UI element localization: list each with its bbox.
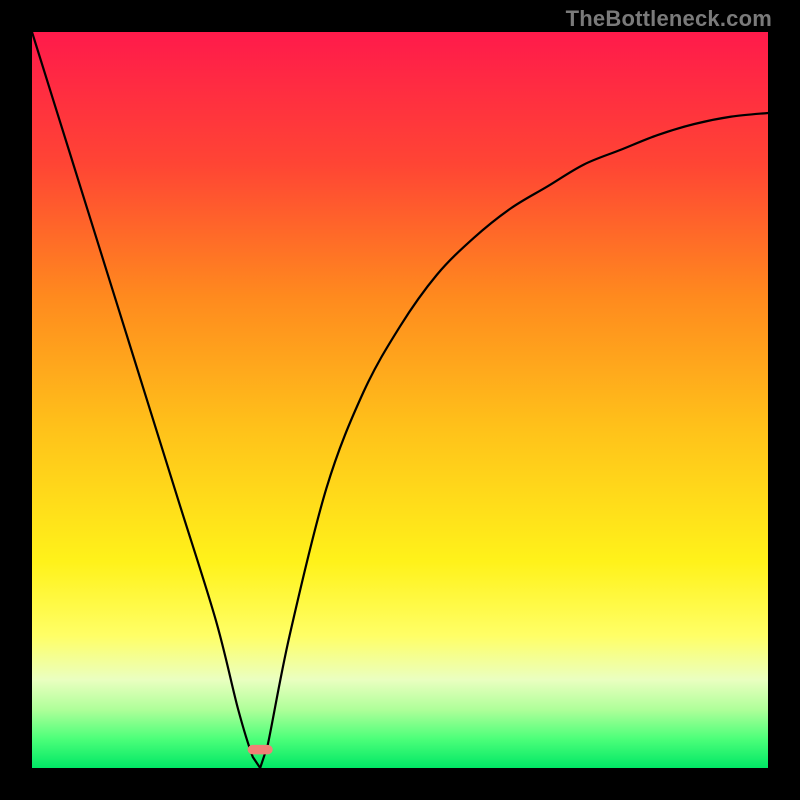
chart-svg <box>32 32 768 768</box>
watermark-text: TheBottleneck.com <box>566 6 772 32</box>
chart-background <box>32 32 768 768</box>
chart-plot-area <box>32 32 768 768</box>
chart-marker <box>248 745 273 755</box>
